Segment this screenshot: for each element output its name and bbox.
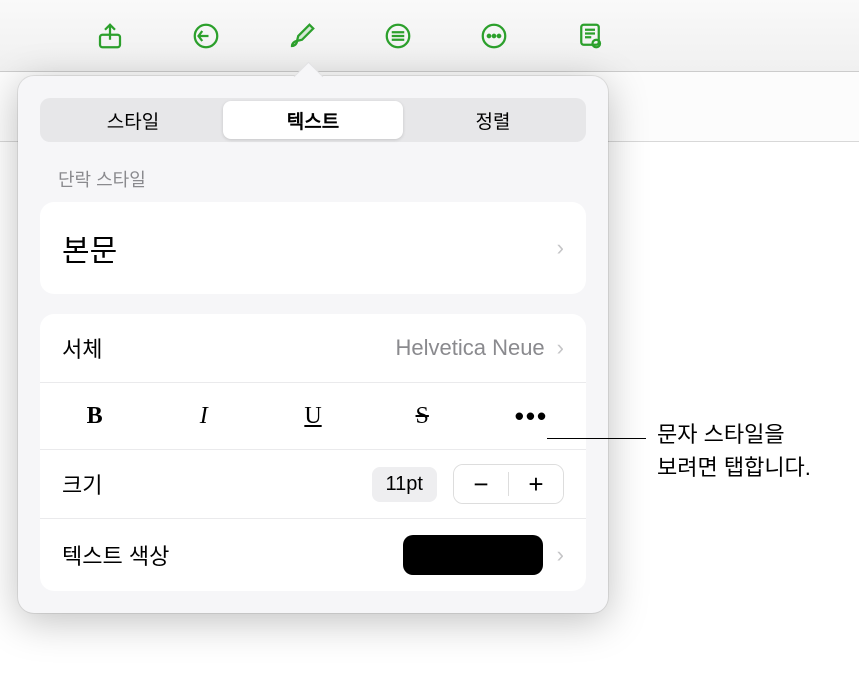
- text-color-swatch[interactable]: [403, 535, 543, 575]
- size-decrease-button[interactable]: −: [454, 465, 508, 503]
- undo-icon: [191, 21, 221, 51]
- more-text-options-button[interactable]: •••: [477, 397, 586, 435]
- text-format-card: 서체 Helvetica Neue › B I U S ••• 크기 11pt …: [40, 314, 586, 591]
- toolbar: [0, 0, 859, 72]
- insert-button[interactable]: [378, 16, 418, 56]
- tab-align[interactable]: 정렬: [403, 101, 583, 139]
- list-icon: [383, 21, 413, 51]
- paragraph-style-card: 본문 ›: [40, 202, 586, 294]
- more-dots-icon: •••: [515, 401, 548, 432]
- document-view-icon: [575, 21, 605, 51]
- document-view-button[interactable]: [570, 16, 610, 56]
- font-label: 서체: [62, 332, 395, 364]
- format-tabs: 스타일 텍스트 정렬: [40, 98, 586, 142]
- underline-button[interactable]: U: [258, 397, 367, 435]
- tab-text[interactable]: 텍스트: [223, 101, 403, 139]
- share-icon: [95, 21, 125, 51]
- chevron-right-icon: ›: [557, 542, 564, 568]
- callout-text: 문자 스타일을 보려면 탭합니다.: [657, 418, 811, 484]
- chevron-right-icon: ›: [557, 235, 564, 261]
- size-increase-button[interactable]: +: [509, 465, 563, 503]
- more-button[interactable]: [474, 16, 514, 56]
- callout-line2: 보려면 탭합니다.: [657, 451, 811, 484]
- text-color-row[interactable]: 텍스트 색상 ›: [40, 519, 586, 591]
- size-value: 11pt: [372, 467, 437, 502]
- chevron-right-icon: ›: [557, 335, 564, 361]
- callout-leader-line: [547, 438, 646, 439]
- size-stepper: − +: [453, 464, 564, 504]
- paragraph-style-row[interactable]: 본문 ›: [40, 202, 586, 294]
- size-row: 크기 11pt − +: [40, 450, 586, 519]
- font-row[interactable]: 서체 Helvetica Neue ›: [40, 314, 586, 383]
- text-style-row: B I U S •••: [40, 383, 586, 450]
- format-brush-button[interactable]: [282, 16, 322, 56]
- paragraph-style-value: 본문: [62, 226, 557, 270]
- strikethrough-button[interactable]: S: [368, 397, 477, 435]
- size-label: 크기: [62, 468, 372, 500]
- bold-button[interactable]: B: [40, 397, 149, 435]
- undo-button[interactable]: [186, 16, 226, 56]
- text-color-label: 텍스트 색상: [62, 539, 403, 571]
- share-button[interactable]: [90, 16, 130, 56]
- brush-icon: [287, 21, 317, 51]
- font-value: Helvetica Neue: [395, 335, 544, 361]
- paragraph-style-section-label: 단락 스타일: [58, 166, 586, 192]
- format-popover: 스타일 텍스트 정렬 단락 스타일 본문 › 서체 Helvetica Neue…: [18, 76, 608, 613]
- callout-line1: 문자 스타일을: [657, 418, 811, 451]
- more-circle-icon: [479, 21, 509, 51]
- tab-style[interactable]: 스타일: [43, 101, 223, 139]
- italic-button[interactable]: I: [149, 397, 258, 435]
